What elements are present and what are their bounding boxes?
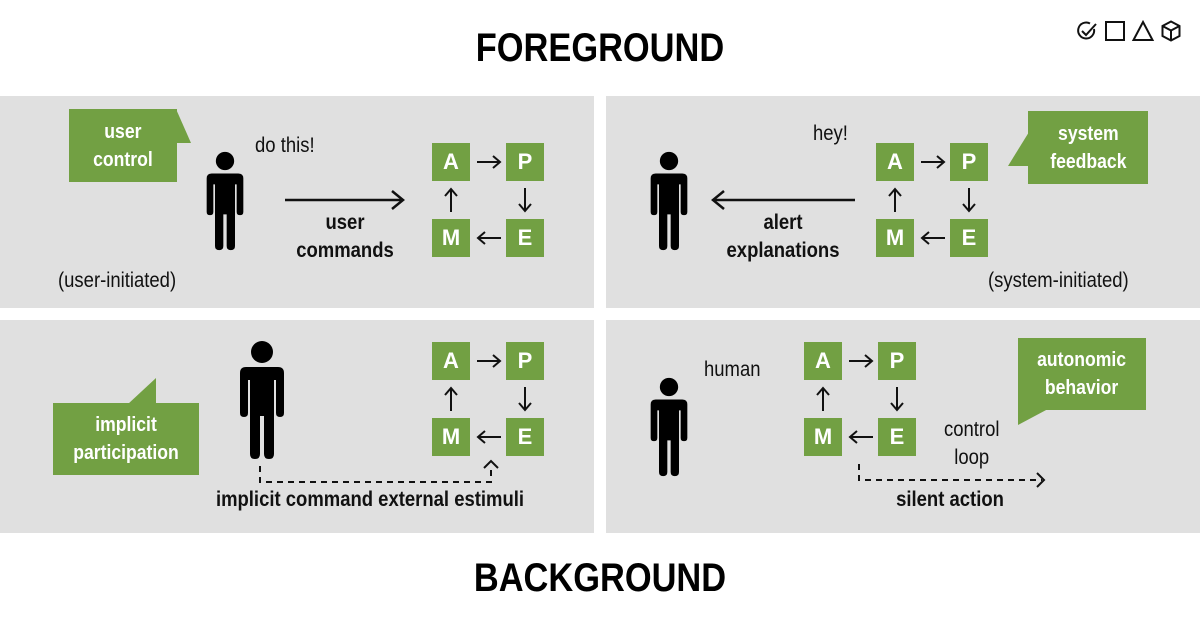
person-icon bbox=[238, 340, 286, 460]
plan-box: P bbox=[878, 342, 916, 380]
left-arrow bbox=[711, 190, 855, 210]
execute-box: E bbox=[506, 418, 544, 456]
speech-text: do this! bbox=[255, 134, 315, 157]
apme-loop: A P E M bbox=[876, 143, 988, 257]
apme-loop: A P E M bbox=[432, 143, 544, 257]
bubble-line: system bbox=[1057, 122, 1119, 145]
dashed-arrow bbox=[858, 464, 1046, 488]
panel-implicit-participation: implicit participation implicit command … bbox=[0, 320, 594, 533]
arrow-up-icon bbox=[444, 187, 458, 212]
loop-label-line: control bbox=[944, 418, 1000, 441]
background-title: BACKGROUND bbox=[473, 556, 727, 600]
initiation-note: (user-initiated) bbox=[58, 269, 177, 292]
autonomic-behavior-bubble: autonomic behavior bbox=[1018, 338, 1146, 410]
person-icon bbox=[649, 141, 689, 261]
monitor-box: M bbox=[432, 219, 470, 257]
execute-box: E bbox=[878, 418, 916, 456]
bubble-tail bbox=[1008, 132, 1029, 166]
system-feedback-bubble: system feedback bbox=[1028, 111, 1148, 184]
monitor-box: M bbox=[432, 418, 470, 456]
arrow-label: implicit command external estimuli bbox=[215, 488, 525, 511]
apme-loop: A P E M bbox=[804, 342, 916, 456]
person-icon bbox=[205, 141, 245, 261]
arrow-right-icon bbox=[921, 155, 946, 169]
bubble-line: participation bbox=[73, 442, 179, 464]
bubble-line: user bbox=[104, 120, 142, 143]
user-control-bubble: user control bbox=[69, 109, 177, 182]
arrow-label: silent action bbox=[896, 488, 1004, 511]
bubble-line: control bbox=[93, 148, 153, 171]
arrow-left-icon bbox=[476, 430, 501, 444]
arrow-left-icon bbox=[920, 231, 945, 245]
analyze-box: A bbox=[876, 143, 914, 181]
panel-autonomic-behavior: autonomic behavior human control loop si… bbox=[606, 320, 1200, 533]
right-arrow bbox=[285, 190, 405, 210]
monitor-box: M bbox=[804, 418, 842, 456]
arrow-label-line: user bbox=[325, 211, 365, 234]
plan-box: P bbox=[506, 342, 544, 380]
speech-text: hey! bbox=[813, 122, 848, 145]
analyze-box: A bbox=[432, 342, 470, 380]
arrow-left-icon bbox=[848, 430, 873, 444]
triangle-icon bbox=[1131, 19, 1155, 41]
arrow-up-icon bbox=[444, 386, 458, 411]
arrow-down-icon bbox=[890, 387, 904, 412]
arrow-up-icon bbox=[816, 386, 830, 411]
bubble-tail bbox=[1018, 409, 1048, 425]
initiation-note: (system-initiated) bbox=[988, 269, 1129, 292]
plan-box: P bbox=[950, 143, 988, 181]
arrow-label: user commands bbox=[291, 209, 398, 265]
analyze-box: A bbox=[804, 342, 842, 380]
arrow-down-icon bbox=[518, 188, 532, 213]
human-label: human bbox=[704, 358, 761, 381]
bubble-tail bbox=[176, 109, 191, 143]
person-icon bbox=[649, 366, 689, 488]
bubble-line: feedback bbox=[1049, 150, 1127, 173]
panel-system-feedback: system feedback hey! alert explanations … bbox=[606, 96, 1200, 308]
arrow-right-icon bbox=[477, 155, 502, 169]
arrow-label-line: explanations bbox=[726, 239, 840, 262]
arrow-label: alert explanations bbox=[719, 209, 847, 265]
header-icons bbox=[1076, 19, 1182, 42]
bubble-line: autonomic bbox=[1037, 349, 1127, 371]
arrow-label-line: commands bbox=[296, 239, 394, 262]
bubble-line: behavior bbox=[1045, 377, 1119, 399]
arrow-label-line: alert bbox=[763, 211, 803, 234]
foreground-title: FOREGROUND bbox=[475, 26, 725, 70]
cube-icon bbox=[1161, 20, 1181, 42]
arrow-down-icon bbox=[518, 387, 532, 412]
apme-loop: A P E M bbox=[432, 342, 544, 456]
plan-box: P bbox=[506, 143, 544, 181]
execute-box: E bbox=[950, 219, 988, 257]
bubble-line: implicit bbox=[95, 414, 157, 436]
arrow-right-icon bbox=[849, 354, 874, 368]
implicit-participation-bubble: implicit participation bbox=[53, 403, 199, 475]
execute-box: E bbox=[506, 219, 544, 257]
arrow-left-icon bbox=[476, 231, 501, 245]
square-icon bbox=[1105, 21, 1125, 41]
panel-user-control: user control do this! user commands (use… bbox=[0, 96, 594, 308]
arrow-right-icon bbox=[477, 354, 502, 368]
dashed-arrow bbox=[259, 459, 499, 483]
bubble-tail bbox=[128, 378, 156, 404]
arrow-up-icon bbox=[888, 187, 902, 212]
arrow-down-icon bbox=[962, 188, 976, 213]
monitor-box: M bbox=[876, 219, 914, 257]
analyze-box: A bbox=[432, 143, 470, 181]
check-circle-icon bbox=[1077, 21, 1097, 40]
